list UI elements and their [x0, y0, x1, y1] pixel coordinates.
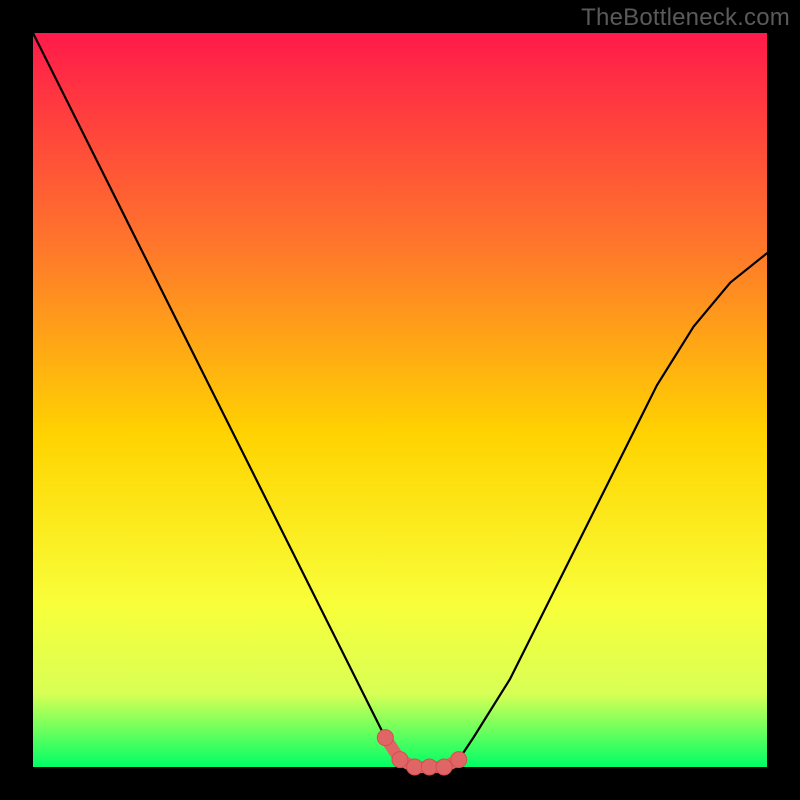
- attribution-label: TheBottleneck.com: [581, 4, 790, 32]
- valley-marker: [451, 752, 467, 768]
- valley-marker: [436, 759, 452, 775]
- valley-marker: [392, 752, 408, 768]
- valley-marker: [421, 759, 437, 775]
- chart-frame: TheBottleneck.com: [0, 0, 800, 800]
- bottleneck-chart: [0, 0, 800, 800]
- plot-background: [33, 33, 767, 767]
- valley-marker: [407, 759, 423, 775]
- valley-marker: [377, 730, 393, 746]
